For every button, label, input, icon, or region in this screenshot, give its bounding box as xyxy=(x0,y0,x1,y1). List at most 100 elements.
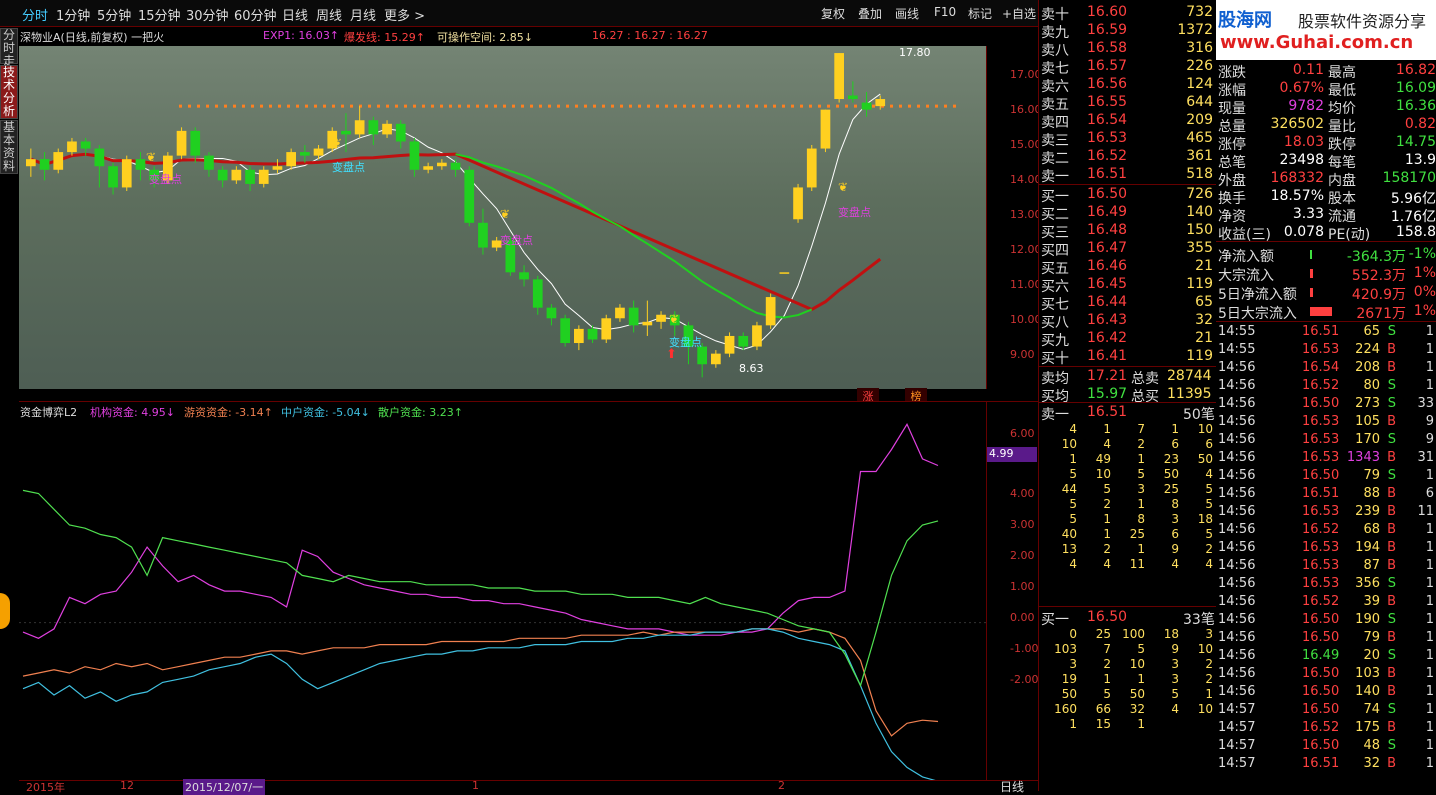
zhang-badge[interactable]: 涨 xyxy=(857,388,879,403)
tick-count: 1 xyxy=(1425,594,1434,609)
f10-button[interactable]: F10 xyxy=(934,5,956,19)
ask-row[interactable]: 卖四 16.54 209 xyxy=(1039,112,1217,131)
add-watchlist-button[interactable]: +自选 xyxy=(1002,5,1036,22)
stat-label: 涨跌 xyxy=(1218,65,1246,81)
queue-cell: 50 xyxy=(1163,467,1179,481)
period-tab-15min[interactable]: 15分钟 xyxy=(138,5,181,24)
candle-body xyxy=(724,335,735,354)
period-tab-weekly[interactable]: 周线 xyxy=(316,5,342,24)
ask-row[interactable]: 卖九 16.59 1372 xyxy=(1039,22,1217,41)
tick-row[interactable]: 14:56 16.52 80 S 1 xyxy=(1218,378,1434,396)
flow-value: 420.9万 xyxy=(1351,287,1406,303)
period-tab-monthly[interactable]: 月线 xyxy=(350,5,376,24)
tick-row[interactable]: 14:56 16.53 194 B 1 xyxy=(1218,540,1434,558)
tick-row[interactable]: 14:56 16.49 20 S 1 xyxy=(1218,648,1434,666)
ask-level-label: 卖十 xyxy=(1041,7,1069,23)
bid-row[interactable]: 买九 16.42 21 xyxy=(1039,330,1217,349)
stat-label: 总量 xyxy=(1218,119,1246,135)
ask-row[interactable]: 卖八 16.58 316 xyxy=(1039,40,1217,59)
candle-body xyxy=(395,123,406,142)
tick-row[interactable]: 14:55 16.51 65 S 1 xyxy=(1218,324,1434,342)
period-tab-daily[interactable]: 日线 xyxy=(282,5,308,24)
tick-row[interactable]: 14:56 16.50 273 S 33 xyxy=(1218,396,1434,414)
tick-row[interactable]: 14:56 16.53 105 B 9 xyxy=(1218,414,1434,432)
stat-value: 18.57% xyxy=(1270,188,1324,204)
tick-row[interactable]: 14:56 16.54 208 B 1 xyxy=(1218,360,1434,378)
tick-volume: 170 xyxy=(1355,432,1380,447)
queue-cell: 10 xyxy=(1197,642,1213,656)
tick-row[interactable]: 14:56 16.53 87 B 1 xyxy=(1218,558,1434,576)
bid-row[interactable]: 买五 16.46 21 xyxy=(1039,258,1217,277)
tick-row[interactable]: 14:56 16.53 170 S 9 xyxy=(1218,432,1434,450)
tick-side: B xyxy=(1387,558,1396,573)
value: 33笔 xyxy=(1183,612,1215,628)
ask-row[interactable]: 卖七 16.57 226 xyxy=(1039,58,1217,77)
bid-volume: 119 xyxy=(1186,348,1213,364)
bid-level-label: 买二 xyxy=(1041,207,1069,223)
ask-row[interactable]: 卖六 16.56 124 xyxy=(1039,76,1217,95)
tick-row[interactable]: 14:57 16.51 32 B 1 xyxy=(1218,756,1434,774)
tick-row[interactable]: 14:56 16.50 190 S 1 xyxy=(1218,612,1434,630)
tick-row[interactable]: 14:57 16.50 48 S 1 xyxy=(1218,738,1434,756)
draw-button[interactable]: 画线 xyxy=(895,5,919,22)
period-tab-more[interactable]: 更多 > xyxy=(384,5,425,24)
tick-row[interactable]: 14:56 16.50 79 S 1 xyxy=(1218,468,1434,486)
period-indicator[interactable]: 日线 xyxy=(1000,778,1024,795)
period-tab-1min[interactable]: 1分钟 xyxy=(56,5,90,24)
bid-row[interactable]: 买七 16.44 65 xyxy=(1039,294,1217,313)
overlay-button[interactable]: 叠加 xyxy=(858,5,882,22)
tick-row[interactable]: 14:55 16.53 224 B 1 xyxy=(1218,342,1434,360)
tick-row[interactable]: 14:57 16.50 74 S 1 xyxy=(1218,702,1434,720)
tick-row[interactable]: 14:56 16.53 239 B 11 xyxy=(1218,504,1434,522)
tick-row[interactable]: 14:56 16.52 68 B 1 xyxy=(1218,522,1434,540)
fuquan-button[interactable]: 复权 xyxy=(821,5,845,22)
ask-row[interactable]: 卖一 16.51 518 xyxy=(1039,166,1217,185)
tick-row[interactable]: 14:56 16.53 1343 B 31 xyxy=(1218,450,1434,468)
bid-level-label: 买五 xyxy=(1041,261,1069,277)
bid-row[interactable]: 买四 16.47 355 xyxy=(1039,240,1217,259)
bang-badge[interactable]: 榜 xyxy=(905,388,927,403)
tick-time: 14:56 xyxy=(1218,648,1256,663)
period-tab-fenshi[interactable]: 分时 xyxy=(22,5,48,24)
bid-row[interactable]: 买六 16.45 119 xyxy=(1039,276,1217,295)
period-tab-30min[interactable]: 30分钟 xyxy=(186,5,229,24)
candle-body xyxy=(272,166,283,170)
tick-row[interactable]: 14:56 16.50 103 B 1 xyxy=(1218,666,1434,684)
collapse-handle[interactable] xyxy=(0,593,10,629)
ask-row[interactable]: 卖十 16.60 732 xyxy=(1039,4,1217,23)
ask-row[interactable]: 卖二 16.52 361 xyxy=(1039,148,1217,167)
candle-body xyxy=(26,159,36,167)
bid-row[interactable]: 买二 16.49 140 xyxy=(1039,204,1217,223)
bid-row[interactable]: 买三 16.48 150 xyxy=(1039,222,1217,241)
watermark-banner: 股海网 股票软件资源分享 www.Guhai.com.cn xyxy=(1216,0,1436,60)
tick-count: 1 xyxy=(1425,360,1434,375)
tick-row[interactable]: 14:57 16.52 175 B 1 xyxy=(1218,720,1434,738)
tick-row[interactable]: 14:56 16.52 39 B 1 xyxy=(1218,594,1434,612)
tick-row[interactable]: 14:56 16.50 140 B 1 xyxy=(1218,684,1434,702)
period-tab-5min[interactable]: 5分钟 xyxy=(97,5,131,24)
ask-row[interactable]: 卖五 16.55 644 xyxy=(1039,94,1217,113)
ask-row[interactable]: 卖三 16.53 465 xyxy=(1039,130,1217,149)
bid-row[interactable]: 买八 16.43 32 xyxy=(1039,312,1217,331)
mark-button[interactable]: 标记 xyxy=(968,5,992,22)
kline-chart[interactable]: ❦ ❦ ❦ ❦ ❦ ⬆ 17.80 8.63 变盘点 变盘点 变盘点 变盘点 变盘点 xyxy=(19,46,986,389)
price-tick: 17.00 xyxy=(1010,68,1042,81)
stat-label: 每笔 xyxy=(1328,155,1356,171)
tab-fenshi-zoushi[interactable]: 分时走势 xyxy=(0,28,18,81)
tab-technical-analysis[interactable]: 技术分析 xyxy=(0,65,18,119)
bid-row[interactable]: 买一 16.50 726 xyxy=(1039,186,1217,205)
tick-volume: 356 xyxy=(1355,576,1380,591)
bid-row[interactable]: 买十 16.41 119 xyxy=(1039,348,1217,367)
tick-side: S xyxy=(1387,324,1396,339)
tick-volume: 32 xyxy=(1363,756,1380,771)
tab-fundamentals[interactable]: 基本资料 xyxy=(0,120,18,174)
period-tab-60min[interactable]: 60分钟 xyxy=(234,5,277,24)
tick-row[interactable]: 14:56 16.53 356 S 1 xyxy=(1218,576,1434,594)
tick-side: B xyxy=(1387,720,1396,735)
queue-cell: 6 xyxy=(1205,437,1213,451)
tick-row[interactable]: 14:56 16.50 79 B 1 xyxy=(1218,630,1434,648)
indicator-chart[interactable] xyxy=(19,418,986,780)
flow-label: 净流入额 xyxy=(1218,249,1274,265)
ask-price: 16.53 xyxy=(1087,130,1128,146)
tick-row[interactable]: 14:56 16.51 88 B 6 xyxy=(1218,486,1434,504)
